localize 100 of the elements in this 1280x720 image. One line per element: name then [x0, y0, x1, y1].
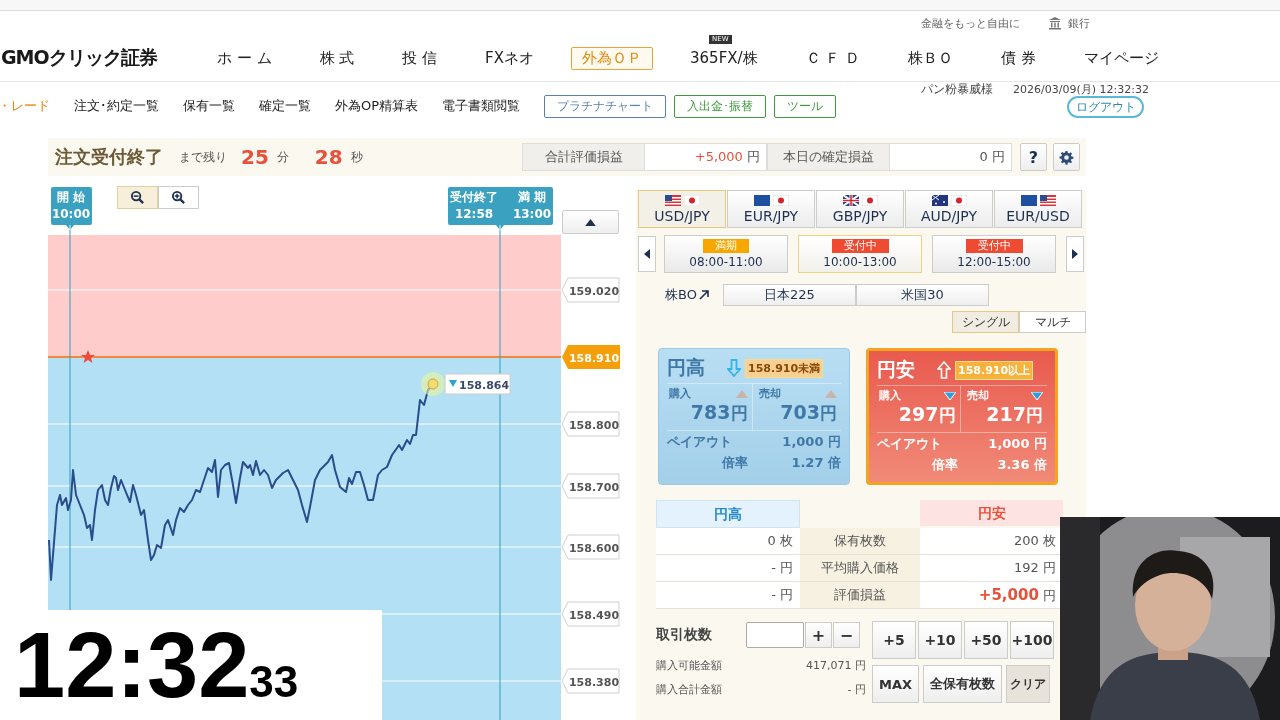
zoom-in-button[interactable]	[158, 186, 199, 209]
action-button[interactable]: MAX	[872, 665, 920, 703]
step-button[interactable]: −	[833, 622, 860, 648]
subnav-link[interactable]: 注文･約定一覧	[74, 97, 159, 115]
currency-tab[interactable]: EUR/USD	[994, 190, 1082, 228]
index-button[interactable]: 日本225	[722, 284, 856, 306]
flag-icon	[772, 194, 789, 206]
left-triangle-icon	[644, 249, 650, 259]
zoom-in-icon	[171, 190, 186, 205]
subnav-button[interactable]: ツール	[774, 94, 837, 118]
help-button[interactable]: ?	[1020, 143, 1047, 171]
currency-tab[interactable]: GBP/JPY	[816, 190, 904, 228]
option-title: 円安	[877, 357, 916, 382]
price-label: 158.600	[568, 542, 620, 555]
price-label: 158.490	[568, 609, 620, 622]
scroll-up-button[interactable]	[562, 210, 619, 234]
nav-tab[interactable]: マイページ	[1072, 46, 1170, 70]
buy-price: 783円	[689, 401, 748, 425]
status-title: 注文受付終了	[55, 145, 163, 169]
buy-label: 購入	[669, 386, 691, 401]
star-icon	[81, 350, 95, 363]
nav-tab[interactable]: 株ＢＯ	[897, 46, 965, 70]
row-label: 保有枚数	[800, 528, 920, 555]
session-button[interactable]: 受付中 12:00-15:00	[932, 235, 1056, 273]
nav-tab[interactable]: 債 券	[990, 46, 1047, 70]
flag-icon	[683, 194, 700, 206]
flag-icon	[842, 194, 859, 206]
subnav-link[interactable]: 確定一覧	[259, 97, 311, 115]
table-cell: - 円	[656, 555, 800, 582]
available-value: 417,071 円	[806, 658, 866, 673]
nav-tab[interactable]: ホ ー ム	[206, 46, 283, 70]
sell-label: 売却	[758, 386, 781, 401]
currency-tab[interactable]: USD/JPY	[638, 190, 726, 228]
buy-price: 297円	[897, 403, 956, 427]
table-cell: +5,000 円	[920, 582, 1063, 609]
down-arrow-icon	[727, 359, 741, 377]
subnav-button[interactable]: 入出金･振替	[674, 94, 767, 118]
session-button[interactable]: 満期 08:00-11:00	[664, 235, 788, 273]
next-button[interactable]	[1066, 236, 1084, 272]
settings-button[interactable]	[1053, 143, 1080, 171]
payout-label: ペイアウト	[667, 432, 732, 451]
subnav-link[interactable]: 外為OP精算表	[335, 97, 419, 115]
price-label: 158.800	[568, 419, 620, 432]
down-triangle-icon	[1031, 391, 1043, 400]
subnav-link[interactable]: 保有一覧	[183, 97, 235, 115]
nav-tab[interactable]: 投 信	[391, 46, 449, 70]
session-button[interactable]: 受付中 10:00-13:00	[798, 235, 922, 273]
target-price-tag	[562, 345, 620, 369]
threshold-badge: 158.910未満	[745, 358, 824, 378]
bank-link[interactable]: 銀行	[1068, 15, 1090, 31]
subnav-link[interactable]: 電子書類閲覧	[442, 97, 521, 115]
status-badge: 受付中	[965, 239, 1023, 253]
action-button[interactable]: 全保有枚数	[923, 665, 1003, 703]
nav-tab[interactable]: 株 式	[308, 46, 366, 70]
summary-label: 本日の確定損益	[767, 143, 890, 171]
zoom-out-button[interactable]	[117, 186, 158, 209]
view-toggle[interactable]: マルチ	[1019, 311, 1086, 333]
up-triangle-icon	[735, 389, 748, 398]
logo[interactable]: GMOクリック証券	[1, 45, 206, 71]
step-button[interactable]: +	[805, 622, 832, 648]
zoom-out-icon	[130, 190, 145, 205]
nav-tab[interactable]: 365FX/株	[679, 46, 769, 70]
summary-label: 合計評価損益	[522, 143, 645, 171]
previous-button[interactable]	[638, 236, 656, 272]
end-time: 12:58	[454, 207, 494, 221]
flag-icon	[753, 194, 770, 206]
ratio-value: 3.36 倍	[997, 455, 1047, 474]
status-badge: 満期	[703, 239, 749, 253]
logout-button[interactable]: ログアウト	[1067, 96, 1144, 118]
quick-add-button[interactable]: +5	[872, 621, 916, 659]
view-toggle[interactable]: シングル	[952, 311, 1019, 333]
quantity-label: 取引枚数	[656, 626, 713, 644]
right-triangle-icon	[1072, 249, 1078, 259]
table-cell: - 円	[656, 582, 800, 609]
quick-add-button[interactable]: +100	[1010, 621, 1054, 659]
currency-tab[interactable]: AUD/JPY	[905, 190, 993, 228]
price-label: 158.700	[568, 481, 620, 494]
quick-add-button[interactable]: +10	[918, 621, 962, 659]
bank-icon	[1048, 16, 1062, 30]
action-button[interactable]: クリア	[1006, 665, 1051, 703]
summary-value: 0 円	[890, 143, 1012, 171]
session-time: 10:00-13:00	[823, 255, 897, 269]
remaining-label: まで残り	[179, 148, 227, 166]
up-triangle-icon	[585, 218, 596, 226]
nav-tab[interactable]: Ｃ Ｆ Ｄ	[794, 46, 872, 70]
flag-icon	[931, 194, 948, 206]
end-label: 受付終了	[450, 190, 498, 204]
nav-tab[interactable]: FXネオ	[474, 46, 545, 70]
flag-icon	[861, 194, 878, 206]
minutes-value: 25	[241, 145, 269, 169]
quantity-field[interactable]	[746, 622, 804, 648]
currency-tab[interactable]: EUR/JPY	[727, 190, 815, 228]
quick-add-button[interactable]: +50	[964, 621, 1008, 659]
summary-value: +5,000 円	[645, 143, 767, 171]
flag-icon	[950, 194, 967, 206]
index-button[interactable]: 米国30	[855, 284, 989, 306]
option-title: 円高	[667, 355, 706, 380]
payout-value: 1,000 円	[988, 434, 1047, 453]
subnav-button[interactable]: プラチナチャート	[544, 94, 667, 118]
sell-price: 217円	[985, 403, 1043, 427]
